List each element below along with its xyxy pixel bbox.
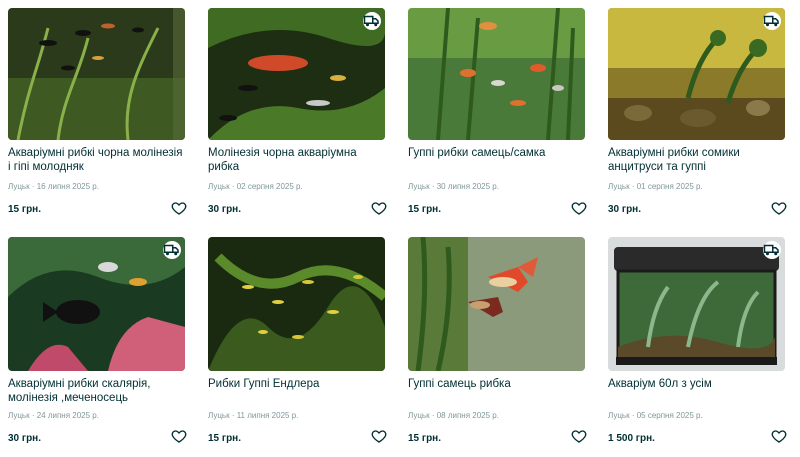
delivery-truck-icon <box>163 241 181 259</box>
listing-price: 15 грн. <box>408 433 441 444</box>
listing-location-date: Луцьк · 24 липня 2025 р. <box>8 411 99 420</box>
listing-card[interactable]: Акваріум 60л з усім Луцьк · 05 серпня 20… <box>600 229 800 457</box>
listing-title[interactable]: Акваріумні рибки сомики анцитруси та гуп… <box>608 146 786 174</box>
delivery-truck-icon <box>763 12 781 30</box>
heart-icon[interactable] <box>771 428 787 444</box>
listing-title[interactable]: Рибки Гуппі Ендлера <box>208 377 386 391</box>
listing-title[interactable]: Молінезія чорна акваріумна рибка <box>208 146 386 174</box>
listing-title[interactable]: Акваріумні рибкі чорна молінезія і гіпі … <box>8 146 186 174</box>
listing-title[interactable]: Акваріум 60л з усім <box>608 377 786 391</box>
heart-icon[interactable] <box>771 200 787 216</box>
listing-card[interactable]: Гуппі самець рибка Луцьк · 08 липня 2025… <box>400 229 600 457</box>
heart-icon[interactable] <box>171 428 187 444</box>
listing-card[interactable]: Гуппі рибки самець/самка Луцьк · 30 липн… <box>400 0 600 229</box>
listing-title[interactable]: Гуппі самець рибка <box>408 377 586 391</box>
listing-title[interactable]: Гуппі рибки самець/самка <box>408 146 586 160</box>
heart-icon[interactable] <box>571 200 587 216</box>
listing-photo[interactable] <box>208 237 385 371</box>
listing-location-date: Луцьк · 30 липня 2025 р. <box>408 182 499 191</box>
listing-price: 30 грн. <box>8 433 41 444</box>
listing-price: 1 500 грн. <box>608 433 655 444</box>
heart-icon[interactable] <box>571 428 587 444</box>
delivery-truck-icon <box>763 241 781 259</box>
listing-card[interactable]: Акваріумні рибки сомики анцитруси та гуп… <box>600 0 800 229</box>
listing-location-date: Луцьк · 16 липня 2025 р. <box>8 182 99 191</box>
listing-card[interactable]: Молінезія чорна акваріумна рибка Луцьк ·… <box>200 0 400 229</box>
heart-icon[interactable] <box>171 200 187 216</box>
delivery-truck-icon <box>363 12 381 30</box>
listing-title[interactable]: Акваріумні рибки скалярія, молінезія ,ме… <box>8 377 186 405</box>
listing-photo[interactable] <box>408 8 585 140</box>
listing-location-date: Луцьк · 02 серпня 2025 р. <box>208 182 303 191</box>
listing-location-date: Луцьк · 01 серпня 2025 р. <box>608 182 703 191</box>
listing-photo[interactable] <box>608 8 785 140</box>
listing-card[interactable]: Акваріумні рибкі чорна молінезія і гіпі … <box>0 0 200 229</box>
listing-photo[interactable] <box>408 237 585 371</box>
listing-price: 30 грн. <box>608 204 641 215</box>
listing-price: 15 грн. <box>408 204 441 215</box>
listing-photo[interactable] <box>208 8 385 140</box>
listing-location-date: Луцьк · 08 липня 2025 р. <box>408 411 499 420</box>
heart-icon[interactable] <box>371 428 387 444</box>
listing-grid: Акваріумні рибкі чорна молінезія і гіпі … <box>0 0 800 457</box>
listing-card[interactable]: Акваріумні рибки скалярія, молінезія ,ме… <box>0 229 200 457</box>
heart-icon[interactable] <box>371 200 387 216</box>
listing-location-date: Луцьк · 05 серпня 2025 р. <box>608 411 703 420</box>
listing-photo[interactable] <box>8 8 185 140</box>
listing-price: 15 грн. <box>208 433 241 444</box>
listing-location-date: Луцьк · 11 липня 2025 р. <box>208 411 299 420</box>
listing-photo[interactable] <box>608 237 785 371</box>
listing-card[interactable]: Рибки Гуппі Ендлера Луцьк · 11 липня 202… <box>200 229 400 457</box>
listing-photo[interactable] <box>8 237 185 371</box>
listing-price: 15 грн. <box>8 204 41 215</box>
listing-price: 30 грн. <box>208 204 241 215</box>
